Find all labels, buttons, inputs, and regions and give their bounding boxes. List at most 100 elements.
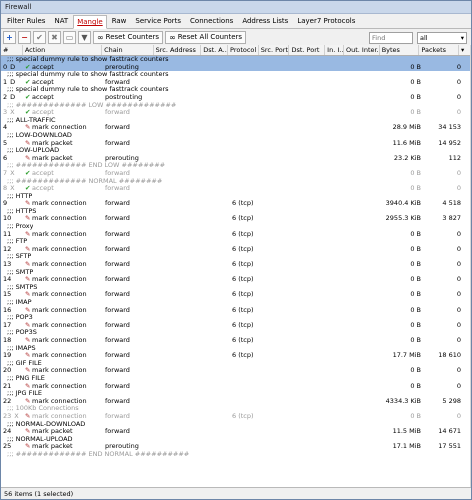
- table-row[interactable]: 9 ✎ mark connection forward 6 (tcp) 3940.4 Ki…: [1, 200, 471, 208]
- column-header[interactable]: Src. Address: [154, 45, 202, 55]
- comment-row[interactable]: ;;; special dummy rule to show fasttrack…: [1, 56, 471, 64]
- comment-row[interactable]: ;;; SMTP: [1, 269, 471, 277]
- comment-row[interactable]: ;;; IMAPS: [1, 345, 471, 353]
- table-row[interactable]: 8 X ✔ accept forward 0 B0: [1, 185, 471, 193]
- comment-row[interactable]: ;;; 100Kb Connections: [1, 405, 471, 413]
- rule-comment: ;;; LOW-DOWNLOAD: [7, 131, 72, 139]
- column-header[interactable]: Src. Port: [259, 45, 290, 55]
- column-header[interactable]: #: [1, 45, 23, 55]
- table-row[interactable]: 7 X ✔ accept forward 0 B0: [1, 170, 471, 178]
- tab-connections[interactable]: Connections: [186, 14, 237, 28]
- table-row[interactable]: 18 ✎ mark connection forward 6 (tcp) 0 B0: [1, 337, 471, 345]
- vertical-scrollbar[interactable]: [470, 45, 471, 487]
- comment-row[interactable]: ;;; JPG FILE: [1, 390, 471, 398]
- table-row[interactable]: 19 ✎ mark connection forward 6 (tcp) 17.7 MiB…: [1, 352, 471, 360]
- column-header[interactable]: Dst. Port: [289, 45, 326, 55]
- rule-index: 17: [3, 321, 12, 329]
- rule-action-label: accept: [32, 109, 54, 117]
- comment-row[interactable]: ;;; LOW-DOWNLOAD: [1, 132, 471, 140]
- comment-row[interactable]: ;;; special dummy rule to show fasttrack…: [1, 71, 471, 79]
- table-row[interactable]: 22 ✎ mark connection forward 4334.3 KiB 5 298: [1, 398, 471, 406]
- comment-row[interactable]: ;;; POP3S: [1, 329, 471, 337]
- filter-icon[interactable]: ▼: [78, 31, 91, 44]
- table-row[interactable]: 11 ✎ mark connection forward 6 (tcp) 0 B0: [1, 231, 471, 239]
- table-row[interactable]: 10 ✎ mark connection forward 6 (tcp) 2955.3 K…: [1, 215, 471, 223]
- table-row[interactable]: 15 ✎ mark connection forward 6 (tcp) 0 B0: [1, 291, 471, 299]
- comment-row[interactable]: ;;; POP3: [1, 314, 471, 322]
- filter-select[interactable]: all ▾: [417, 31, 467, 44]
- comment-row[interactable]: ;;; special dummy rule to show fasttrack…: [1, 86, 471, 94]
- comment-row[interactable]: ;;; LOW-UPLOAD: [1, 147, 471, 155]
- rule-dst-address: [203, 261, 230, 269]
- table-row[interactable]: 2 D ✔ accept postrouting 0 B0: [1, 94, 471, 102]
- comment-row[interactable]: ;;; ALL-TRAFFIC: [1, 117, 471, 125]
- table-row[interactable]: 23 X ✎ mark connection forward 6 (tcp) 0 B0: [1, 413, 471, 421]
- remove-icon[interactable]: −: [18, 31, 31, 44]
- enable-icon[interactable]: ✔: [33, 31, 46, 44]
- comment-row[interactable]: ;;; Proxy: [1, 223, 471, 231]
- table-row[interactable]: 24 ✎ mark packet forward 11.5 MiB 14 671: [1, 428, 471, 436]
- disable-icon[interactable]: ✖: [48, 31, 61, 44]
- reset-counters-button[interactable]: ∞ Reset Counters: [93, 31, 164, 44]
- comment-row[interactable]: ;;; ############# NORMAL ########: [1, 178, 471, 186]
- rule-dst-port: [292, 398, 328, 406]
- table-row[interactable]: 12 ✎ mark connection forward 6 (tcp) 0 B0: [1, 246, 471, 254]
- rule-src-port: [261, 140, 292, 148]
- rule-packets: 14 671: [438, 428, 461, 436]
- table-row[interactable]: 1 D ✔ accept forward 0 B0: [1, 79, 471, 87]
- column-header[interactable]: Out. Inter...: [344, 45, 380, 55]
- tab-nat[interactable]: NAT: [50, 14, 72, 28]
- table-row[interactable]: 17 ✎ mark connection forward 6 (tcp) 0 B0: [1, 322, 471, 330]
- tab-filter-rules[interactable]: Filter Rules: [3, 14, 49, 28]
- find-input[interactable]: [369, 31, 413, 44]
- table-row[interactable]: 16 ✎ mark connection forward 6 (tcp) 0 B0: [1, 307, 471, 315]
- tab-raw[interactable]: Raw: [108, 14, 131, 28]
- table-row[interactable]: 6 ✎ mark packet prerouting 23.2 KiB 112: [1, 155, 471, 163]
- comment-row[interactable]: ;;; GIF FILE: [1, 360, 471, 368]
- comment-row[interactable]: ;;; HTTPS: [1, 208, 471, 216]
- table-row[interactable]: 14 ✎ mark connection forward 6 (tcp) 0 B0: [1, 276, 471, 284]
- rule-action: ✎ mark connection: [23, 124, 103, 132]
- column-header[interactable]: Dst. A...: [201, 45, 229, 55]
- rule-src-address: [155, 413, 203, 421]
- comment-row[interactable]: ;;; NORMAL-UPLOAD: [1, 436, 471, 444]
- column-header[interactable]: Action: [23, 45, 103, 55]
- column-header[interactable]: Bytes: [380, 45, 420, 55]
- comment-row[interactable]: ;;; ############# END LOW ########: [1, 162, 471, 170]
- rule-in-interface: [328, 79, 347, 87]
- column-header[interactable]: Chain: [102, 45, 154, 55]
- comment-row[interactable]: ;;; IMAP: [1, 299, 471, 307]
- comment-icon[interactable]: ▭: [63, 31, 76, 44]
- rule-protocol: [230, 140, 261, 148]
- rule-index: 22: [3, 397, 12, 405]
- comment-row[interactable]: ;;; PNG FILE: [1, 375, 471, 383]
- table-row[interactable]: 13 ✎ mark connection forward 6 (tcp) 0 B0: [1, 261, 471, 269]
- column-header[interactable]: Packets: [419, 45, 460, 55]
- comment-row[interactable]: ;;; ############# END NORMAL ##########: [1, 451, 471, 459]
- tab-service-ports[interactable]: Service Ports: [131, 14, 185, 28]
- table-row[interactable]: 21 ✎ mark connection forward 0 B0: [1, 383, 471, 391]
- comment-row[interactable]: ;;; SFTP: [1, 253, 471, 261]
- comment-row[interactable]: ;;; ############# LOW #############: [1, 102, 471, 110]
- rule-src-port: [261, 276, 292, 284]
- comment-row[interactable]: ;;; FTP: [1, 238, 471, 246]
- table-row[interactable]: 20 ✎ mark connection forward 0 B0: [1, 367, 471, 375]
- column-header[interactable]: In. I...: [325, 45, 345, 55]
- comment-row[interactable]: ;;; SMTPS: [1, 284, 471, 292]
- table-row[interactable]: 5 ✎ mark packet forward 11.6 MiB 14 952: [1, 140, 471, 148]
- rule-dst-address: [203, 79, 230, 87]
- table-row[interactable]: 0 D ✔ accept prerouting 0 B0: [1, 63, 471, 72]
- table-row[interactable]: 25 ✎ mark packet prerouting 17.1 MiB 17 551: [1, 443, 471, 451]
- reset-all-counters-button[interactable]: ∞ Reset All Counters: [165, 31, 247, 44]
- rule-packets: 0: [456, 230, 461, 238]
- tab-mangle[interactable]: Mangle: [73, 15, 107, 29]
- table-row[interactable]: 4 ✎ mark connection forward 28.9 MiB 34 153: [1, 124, 471, 132]
- table-row[interactable]: 3 X ✔ accept forward 0 B0: [1, 109, 471, 117]
- tab-layer7-protocols[interactable]: Layer7 Protocols: [293, 14, 359, 28]
- comment-row[interactable]: ;;; NORMAL-DOWNLOAD: [1, 421, 471, 429]
- tab-address-lists[interactable]: Address Lists: [238, 14, 292, 28]
- add-icon[interactable]: +: [3, 31, 16, 44]
- rule-number: 5: [1, 140, 23, 148]
- column-header[interactable]: Protocol: [228, 45, 259, 55]
- comment-row[interactable]: ;;; HTTP: [1, 193, 471, 201]
